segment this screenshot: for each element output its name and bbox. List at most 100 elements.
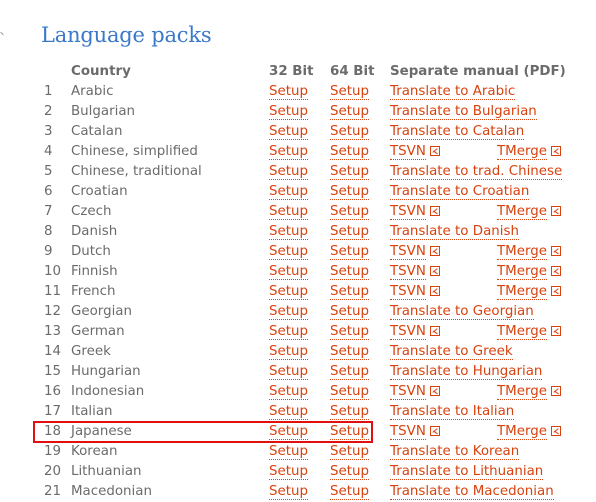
setup-64bit-link[interactable]: Setup	[330, 284, 369, 300]
setup-32bit-link[interactable]: Setup	[269, 144, 308, 160]
translate-manual-link[interactable]: Translate to Italian	[390, 404, 515, 420]
setup-32bit-link[interactable]: Setup	[269, 84, 308, 100]
tsvn-manual-link[interactable]: TSVN	[390, 264, 426, 280]
tmerge-manual-link[interactable]: TMerge	[497, 204, 547, 220]
setup-32bit-link[interactable]: Setup	[269, 344, 308, 360]
tsvn-manual-link[interactable]: TSVN	[390, 204, 426, 220]
translate-manual-link[interactable]: Translate to Greek	[390, 344, 513, 360]
setup-64bit-link[interactable]: Setup	[330, 404, 369, 420]
setup-64bit-link[interactable]: Setup	[330, 384, 369, 400]
tmerge-manual-link[interactable]: TMerge	[497, 144, 547, 160]
setup-32bit-link[interactable]: Setup	[269, 484, 308, 500]
pdf-icon[interactable]	[550, 426, 561, 436]
pdf-icon[interactable]	[429, 286, 440, 296]
setup-32bit-link[interactable]: Setup	[269, 464, 308, 480]
setup-32bit-link[interactable]: Setup	[269, 104, 308, 120]
pdf-icon[interactable]	[429, 426, 440, 436]
pdf-icon[interactable]	[550, 246, 561, 256]
setup-32bit-link[interactable]: Setup	[269, 424, 308, 440]
pdf-icon[interactable]	[550, 206, 561, 216]
pdf-icon[interactable]	[429, 206, 440, 216]
tsvn-manual-link[interactable]: TSVN	[390, 144, 426, 160]
setup-64bit-link[interactable]: Setup	[330, 344, 369, 360]
setup-64bit-link[interactable]: Setup	[330, 124, 369, 140]
setup-64bit-link[interactable]: Setup	[330, 304, 369, 320]
tsvn-manual-link[interactable]: TSVN	[390, 424, 426, 440]
setup-32bit-cell: Setup	[269, 142, 308, 162]
translate-manual-link[interactable]: Translate to Lithuanian	[390, 464, 544, 480]
manual-cell: Translate to Catalan	[390, 122, 525, 142]
setup-32bit-cell: Setup	[269, 122, 308, 142]
translate-manual-link[interactable]: Translate to Hungarian	[390, 364, 543, 380]
translate-manual-link[interactable]: Translate to trad. Chinese	[390, 164, 563, 180]
setup-64bit-link[interactable]: Setup	[330, 104, 369, 120]
pdf-icon[interactable]	[429, 386, 440, 396]
translate-manual-link[interactable]: Translate to Macedonian	[390, 484, 554, 500]
setup-32bit-link[interactable]: Setup	[269, 184, 308, 200]
pdf-icon[interactable]	[429, 326, 440, 336]
country-name: Lithuanian	[71, 464, 142, 479]
setup-64bit-link[interactable]: Setup	[330, 264, 369, 280]
setup-64bit-cell: Setup	[330, 142, 369, 162]
tmerge-manual-link[interactable]: TMerge	[497, 424, 547, 440]
translate-manual-link[interactable]: Translate to Korean	[390, 444, 520, 460]
pdf-icon[interactable]	[550, 266, 561, 276]
country-name: Macedonian	[71, 484, 152, 499]
translate-manual-link[interactable]: Translate to Arabic	[390, 84, 516, 100]
setup-32bit-link[interactable]: Setup	[269, 364, 308, 380]
setup-32bit-link[interactable]: Setup	[269, 124, 308, 140]
setup-32bit-link[interactable]: Setup	[269, 204, 308, 220]
pdf-icon[interactable]	[429, 246, 440, 256]
manual-cell: Translate to Macedonian	[390, 482, 554, 502]
pdf-icon[interactable]	[550, 286, 561, 296]
setup-64bit-link[interactable]: Setup	[330, 364, 369, 380]
translate-manual-link[interactable]: Translate to Croatian	[390, 184, 530, 200]
setup-64bit-link[interactable]: Setup	[330, 324, 369, 340]
setup-64bit-link[interactable]: Setup	[330, 484, 369, 500]
tsvn-manual-link[interactable]: TSVN	[390, 284, 426, 300]
setup-64bit-link[interactable]: Setup	[330, 424, 369, 440]
tmerge-manual-link[interactable]: TMerge	[497, 284, 547, 300]
tmerge-manual-link[interactable]: TMerge	[497, 384, 547, 400]
pdf-icon[interactable]	[550, 146, 561, 156]
setup-32bit-link[interactable]: Setup	[269, 224, 308, 240]
setup-32bit-link[interactable]: Setup	[269, 304, 308, 320]
translate-manual-link[interactable]: Translate to Danish	[390, 224, 519, 240]
setup-64bit-link[interactable]: Setup	[330, 184, 369, 200]
setup-32bit-link[interactable]: Setup	[269, 384, 308, 400]
setup-64bit-link[interactable]: Setup	[330, 204, 369, 220]
setup-64bit-link[interactable]: Setup	[330, 244, 369, 260]
pdf-icon[interactable]	[429, 266, 440, 276]
setup-64bit-link[interactable]: Setup	[330, 164, 369, 180]
tsvn-manual-link[interactable]: TSVN	[390, 244, 426, 260]
setup-32bit-link[interactable]: Setup	[269, 324, 308, 340]
tmerge-manual-link[interactable]: TMerge	[497, 324, 547, 340]
setup-32bit-link[interactable]: Setup	[269, 284, 308, 300]
setup-64bit-cell: Setup	[330, 222, 369, 242]
pdf-icon[interactable]	[429, 146, 440, 156]
tmerge-manual-cell: TMerge	[497, 382, 561, 402]
tsvn-manual-link[interactable]: TSVN	[390, 384, 426, 400]
setup-32bit-link[interactable]: Setup	[269, 164, 308, 180]
setup-64bit-link[interactable]: Setup	[330, 444, 369, 460]
setup-32bit-link[interactable]: Setup	[269, 244, 308, 260]
setup-64bit-link[interactable]: Setup	[330, 84, 369, 100]
setup-32bit-link[interactable]: Setup	[269, 264, 308, 280]
translate-manual-link[interactable]: Translate to Catalan	[390, 124, 525, 140]
tmerge-manual-link[interactable]: TMerge	[497, 244, 547, 260]
setup-32bit-link[interactable]: Setup	[269, 444, 308, 460]
setup-32bit-cell: Setup	[269, 442, 308, 462]
country-name: Croatian	[71, 184, 128, 199]
pdf-icon[interactable]	[550, 386, 561, 396]
pdf-icon[interactable]	[550, 326, 561, 336]
setup-64bit-link[interactable]: Setup	[330, 464, 369, 480]
translate-manual-link[interactable]: Translate to Georgian	[390, 304, 534, 320]
setup-64bit-link[interactable]: Setup	[330, 224, 369, 240]
tmerge-manual-link[interactable]: TMerge	[497, 264, 547, 280]
tsvn-manual-link[interactable]: TSVN	[390, 324, 426, 340]
translate-manual-link[interactable]: Translate to Bulgarian	[390, 104, 537, 120]
setup-32bit-cell: Setup	[269, 342, 308, 362]
setup-64bit-link[interactable]: Setup	[330, 144, 369, 160]
setup-32bit-cell: Setup	[269, 82, 308, 102]
setup-32bit-link[interactable]: Setup	[269, 404, 308, 420]
